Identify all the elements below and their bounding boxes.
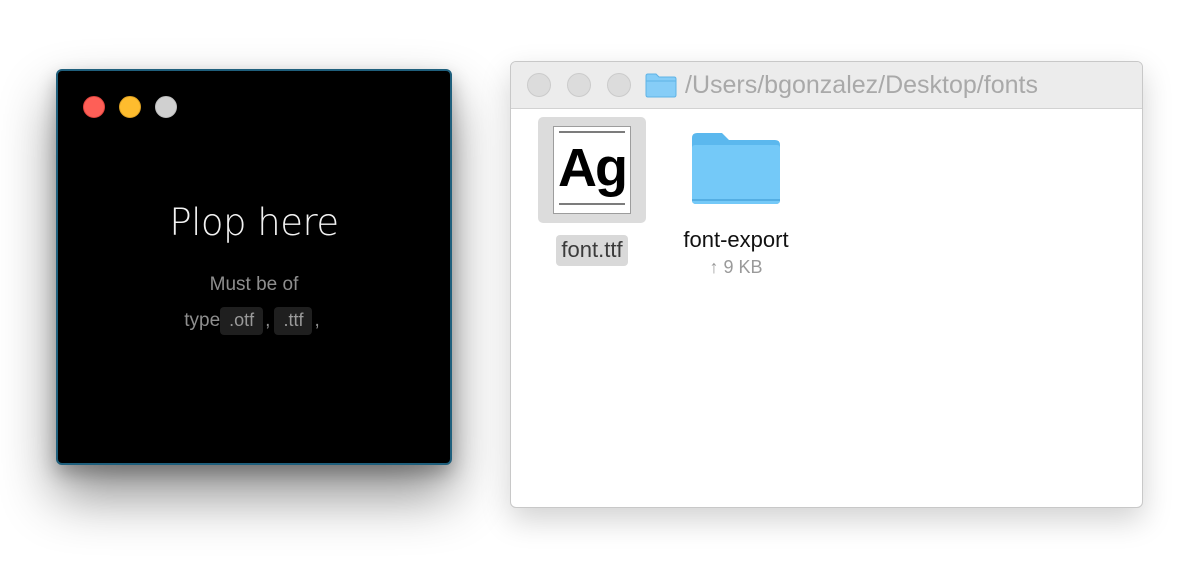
file-item-font-ttf[interactable]: Ag font.ttf <box>538 117 646 266</box>
folder-item-font-export[interactable]: font-export ↑ 9 KB <box>666 130 806 278</box>
window-controls <box>83 96 177 118</box>
folder-name-label[interactable]: font-export <box>666 227 806 253</box>
close-button[interactable] <box>527 73 551 97</box>
zoom-button[interactable] <box>607 73 631 97</box>
selection-highlight: Ag <box>538 117 646 223</box>
drop-window[interactable]: Plop here Must be of type .otf, .ttf, <box>56 69 452 465</box>
window-title-path: /Users/bgonzalez/Desktop/fonts <box>685 71 1038 99</box>
folder-icon <box>692 133 780 204</box>
file-type-chip-ttf: .ttf <box>274 307 313 335</box>
minimize-button[interactable] <box>567 73 591 97</box>
drop-zone-title: Plop here <box>169 201 339 244</box>
trailing-separator: , <box>314 310 320 331</box>
folder-icon <box>645 73 677 98</box>
font-preview-glyph: Ag <box>558 138 628 198</box>
font-file-icon: Ag <box>553 126 631 214</box>
file-type-hint: type .otf, .ttf, <box>58 307 450 335</box>
zoom-button[interactable] <box>155 96 177 118</box>
minimize-button[interactable] <box>119 96 141 118</box>
file-type-chip-otf: .otf <box>220 307 264 335</box>
separator: , <box>265 310 271 331</box>
drop-zone-hint: Must be of <box>209 274 299 295</box>
window-controls <box>527 73 631 97</box>
desktop: Plop here Must be of type .otf, .ttf, /Use… <box>0 0 1194 570</box>
finder-titlebar[interactable]: /Users/bgonzalez/Desktop/fonts <box>511 62 1142 109</box>
close-button[interactable] <box>83 96 105 118</box>
type-label: type <box>184 310 221 331</box>
folder-size-label: ↑ 9 KB <box>709 257 763 277</box>
finder-window[interactable]: /Users/bgonzalez/Desktop/fonts Ag font.t… <box>510 61 1143 508</box>
file-name-label[interactable]: font.ttf <box>556 235 628 266</box>
